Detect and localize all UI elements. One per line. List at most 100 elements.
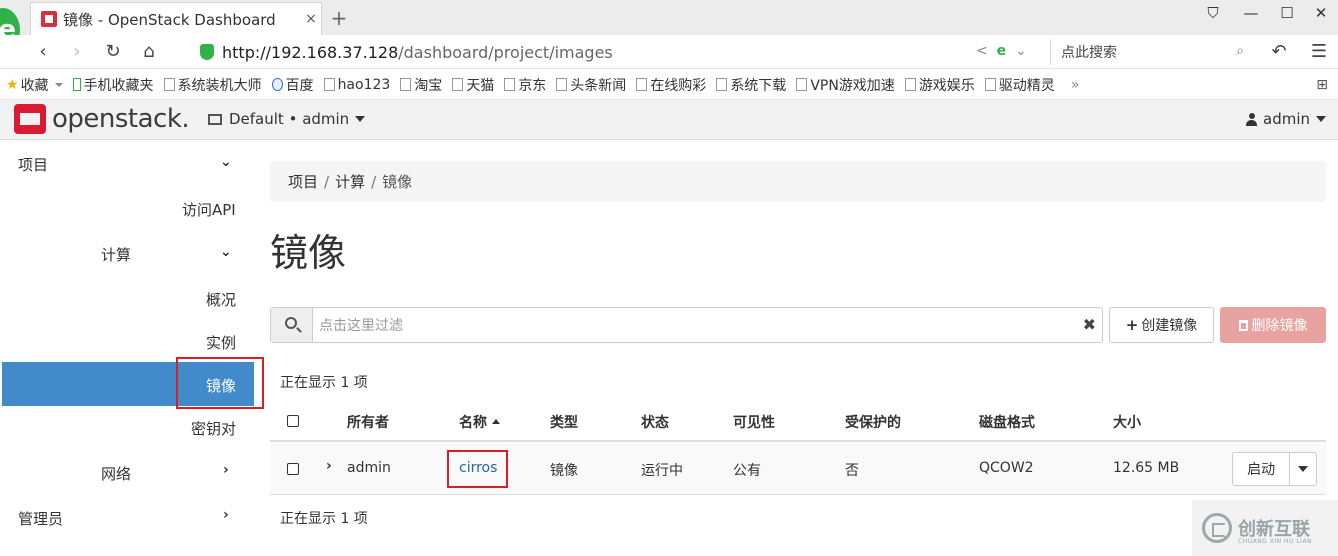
url-text: http://192.168.37.128/dashboard/project/… (222, 42, 613, 62)
caret-down-icon (1298, 466, 1309, 472)
window-close-icon[interactable]: ✕ (1306, 4, 1336, 22)
column-name[interactable]: 名称 (459, 412, 500, 432)
star-icon: ★ (6, 76, 19, 93)
bookmark-item[interactable]: 手机收藏夹 (72, 75, 154, 95)
phone-icon (72, 78, 81, 91)
project-icon (208, 113, 222, 125)
row-actions: 启动 (1232, 452, 1317, 486)
column-status[interactable]: 状态 (641, 412, 669, 432)
openstack-favicon-icon (41, 11, 57, 27)
bookmark-item[interactable]: 系统装机大师 (163, 75, 262, 95)
cell-type: 镜像 (550, 463, 578, 479)
column-disk-format[interactable]: 磁盘格式 (979, 412, 1035, 432)
column-protected[interactable]: 受保护的 (845, 412, 901, 432)
sidebar-item-network[interactable]: 网络 (101, 463, 131, 484)
page-icon (163, 78, 175, 91)
bookmark-item[interactable]: hao123 (323, 77, 390, 93)
shirt-skin-icon[interactable]: ⛉ (1198, 4, 1228, 22)
sidebar-item-admin[interactable]: 管理员 (18, 508, 63, 529)
sidebar-item-compute[interactable]: 计算 (101, 244, 131, 265)
sidebar-item-access-api[interactable]: 访问API (182, 199, 236, 220)
sidebar-item-instances[interactable]: 实例 (206, 332, 236, 353)
bookmark-item[interactable]: 京东 (504, 75, 546, 95)
filter-search-icon[interactable] (271, 308, 313, 342)
expand-row-icon[interactable]: › (326, 458, 332, 474)
secure-shield-icon (200, 44, 214, 60)
sidebar: 项目 ⌄ 访问API 计算 ⌄ 概况 实例 镜像 密钥对 网络 › 管理员 › (0, 141, 264, 556)
column-owner[interactable]: 所有者 (347, 412, 389, 432)
openstack-logo[interactable]: openstack. (14, 104, 190, 134)
breadcrumb-item-compute[interactable]: 计算 (335, 171, 365, 192)
caret-down-icon (355, 116, 366, 122)
trash-icon (1238, 319, 1248, 331)
undo-icon[interactable]: ↶ (1266, 39, 1292, 65)
row-checkbox[interactable] (287, 463, 299, 475)
sidebar-item-project[interactable]: 项目 (18, 154, 48, 175)
home-icon[interactable]: ⌂ (136, 39, 162, 65)
apps-grid-icon[interactable]: ⊞ (1316, 77, 1328, 93)
bookmark-item[interactable]: 头条新闻 (556, 75, 626, 95)
column-visibility[interactable]: 可见性 (733, 412, 775, 432)
column-size[interactable]: 大小 (1113, 412, 1141, 432)
share-icon[interactable]: < e ⌄ (976, 43, 1027, 59)
sidebar-item-key-pairs[interactable]: 密钥对 (191, 418, 236, 439)
browser-tab-bar: e 镜像 - OpenStack Dashboard × + ⛉ — ☐ ✕ (0, 0, 1338, 52)
chevron-down-icon[interactable]: ⌄ (220, 244, 232, 260)
column-type[interactable]: 类型 (550, 412, 578, 432)
back-icon[interactable]: ‹ (30, 39, 56, 65)
page-icon (904, 78, 916, 91)
caret-down-icon (54, 82, 63, 87)
cell-disk-format: QCOW2 (979, 460, 1034, 476)
bookmark-item[interactable]: 百度 (271, 75, 314, 95)
bookmark-item[interactable]: 驱动精灵 (984, 75, 1055, 95)
openstack-header: openstack. Default • admin admin (0, 100, 1338, 140)
bookmark-item[interactable]: 游戏娱乐 (904, 75, 975, 95)
baidu-icon (271, 78, 283, 91)
bookmarks-bar: ★ 收藏 手机收藏夹 系统装机大师 百度 hao123 淘宝 天猫 京东 头条新闻 在线购彩 系统下载… (0, 70, 1338, 100)
cell-owner: admin (347, 460, 391, 476)
page-icon (452, 78, 464, 91)
bookmark-item[interactable]: 系统下载 (716, 75, 786, 95)
chevron-down-icon[interactable]: ⌄ (220, 154, 232, 170)
clear-filter-icon[interactable]: ✖ (1083, 315, 1096, 334)
new-tab-button[interactable]: + (328, 6, 350, 30)
minimize-icon[interactable]: — (1236, 4, 1266, 22)
create-image-button[interactable]: + 创建镜像 (1109, 307, 1214, 343)
tab-close-icon[interactable]: × (301, 11, 321, 27)
bookmark-item[interactable]: VPN游戏加速 (796, 75, 895, 95)
bookmarks-more-icon[interactable]: » (1071, 77, 1080, 93)
browser-tab[interactable]: 镜像 - OpenStack Dashboard × (30, 2, 322, 35)
chevron-right-icon[interactable]: › (223, 462, 229, 478)
browser-search-input[interactable]: 点此搜索 ⌕ (1050, 39, 1250, 65)
search-icon[interactable]: ⌕ (1236, 43, 1244, 59)
breadcrumb-item-project[interactable]: 项目 (288, 171, 318, 192)
menu-icon[interactable]: ☰ (1306, 39, 1332, 65)
user-menu[interactable]: admin (1246, 110, 1326, 128)
maximize-icon[interactable]: ☐ (1272, 4, 1302, 22)
page-icon (400, 78, 412, 91)
address-bar[interactable]: http://192.168.37.128/dashboard/project/… (200, 39, 1045, 65)
page-icon (984, 78, 996, 91)
bookmark-item[interactable]: 天猫 (452, 75, 494, 95)
bookmark-item[interactable]: ★ 收藏 (6, 75, 63, 95)
page-icon (796, 78, 808, 91)
chevron-right-icon[interactable]: › (223, 507, 229, 523)
browser-nav-bar: ‹ › ↻ ⌂ http://192.168.37.128/dashboard/… (0, 35, 1338, 69)
filter-input[interactable] (319, 314, 1079, 338)
watermark-logo-icon (1202, 513, 1232, 543)
reload-icon[interactable]: ↻ (100, 39, 126, 65)
cell-visibility: 公有 (733, 463, 761, 479)
bookmark-item[interactable]: 在线购彩 (636, 75, 706, 95)
sidebar-item-overview[interactable]: 概况 (206, 289, 236, 310)
forward-icon[interactable]: › (64, 39, 90, 65)
bookmark-item[interactable]: 淘宝 (400, 75, 442, 95)
select-all-checkbox[interactable] (287, 415, 299, 427)
row-actions-dropdown[interactable] (1290, 453, 1316, 485)
launch-button[interactable]: 启动 (1233, 453, 1291, 485)
page-icon (556, 78, 568, 91)
highlight-box-images (176, 357, 264, 409)
user-icon (1246, 112, 1257, 126)
page-icon (504, 78, 516, 91)
delete-images-button[interactable]: 删除镜像 (1220, 307, 1326, 343)
project-selector[interactable]: Default • admin (208, 110, 366, 128)
